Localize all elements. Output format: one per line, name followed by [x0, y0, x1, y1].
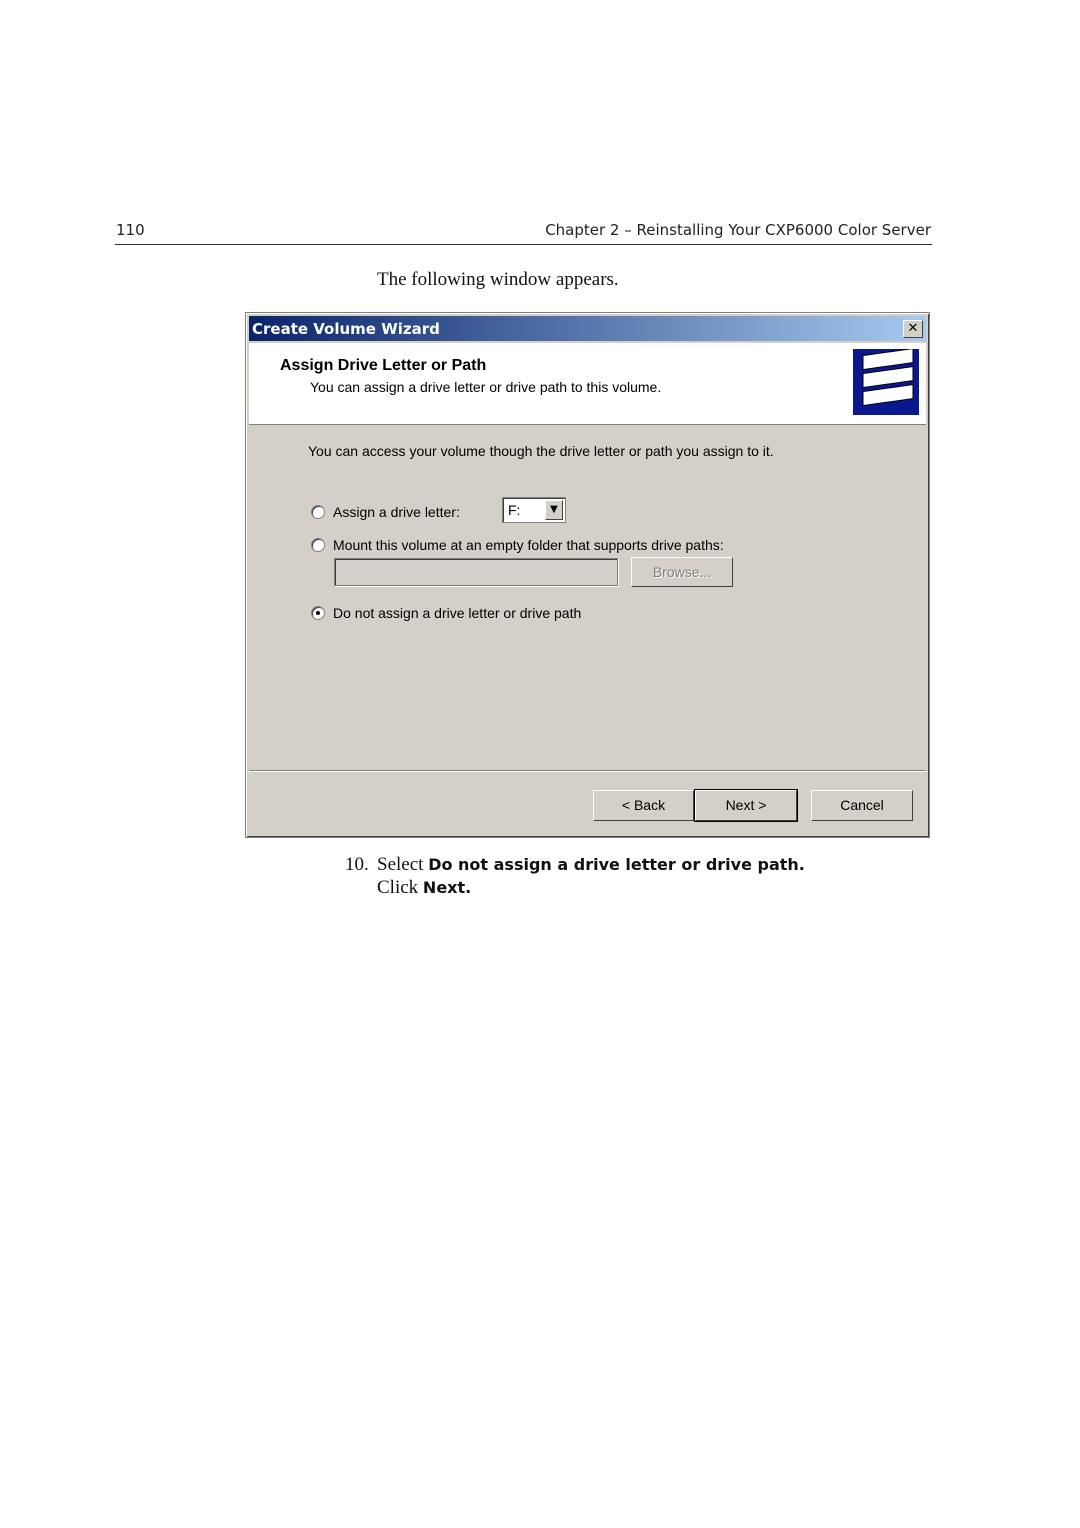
radio-no-letter[interactable]: [311, 606, 325, 620]
dialog-title: Create Volume Wizard: [252, 320, 440, 338]
create-volume-wizard-dialog: Create Volume Wizard ✕ Assign Drive Lett…: [245, 312, 930, 838]
back-button[interactable]: < Back: [593, 790, 694, 821]
chapter-title: Chapter 2 – Reinstalling Your CXP6000 Co…: [545, 221, 931, 239]
step-line-1: Select Do not assign a drive letter or d…: [377, 854, 805, 876]
header-subtitle: You can assign a drive letter or drive p…: [310, 379, 662, 395]
step-line-2: Click Next.: [377, 877, 471, 899]
radio-dot: [316, 611, 320, 615]
wizard-header: Assign Drive Letter or Path You can assi…: [249, 343, 926, 425]
radio-label: Do not assign a drive letter or drive pa…: [333, 605, 582, 621]
header-title: Assign Drive Letter or Path: [280, 357, 487, 374]
page-number: 110: [116, 221, 145, 239]
separator: [249, 770, 926, 772]
radio-label: Assign a drive letter:: [333, 504, 460, 520]
step-number: 10.: [345, 854, 369, 875]
header-rule: [115, 244, 932, 245]
radio-assign-letter[interactable]: [311, 505, 325, 519]
step-text: Click: [377, 877, 423, 898]
intro-text: The following window appears.: [377, 269, 619, 290]
step-bold: Do not assign a drive letter or drive pa…: [428, 855, 805, 874]
step-text: Select: [377, 854, 429, 875]
chevron-down-icon[interactable]: ▼: [545, 500, 563, 520]
title-bar: Create Volume Wizard ✕: [249, 316, 926, 341]
description-text: You can access your volume though the dr…: [308, 443, 774, 459]
radio-label: Mount this volume at an empty folder tha…: [333, 537, 724, 553]
drive-letter-select[interactable]: F: ▼: [502, 497, 566, 523]
radio-mount-folder[interactable]: [311, 538, 325, 552]
browse-button[interactable]: Browse...: [631, 557, 733, 587]
close-icon[interactable]: ✕: [903, 320, 923, 338]
cancel-button[interactable]: Cancel: [811, 790, 913, 821]
disk-stack-icon: [853, 347, 919, 415]
step-bold: Next.: [422, 878, 472, 897]
page: 110 Chapter 2 – Reinstalling Your CXP600…: [0, 0, 1080, 1528]
next-button[interactable]: Next >: [694, 789, 798, 822]
drive-letter-value: F:: [508, 502, 521, 518]
path-input[interactable]: [334, 558, 618, 586]
